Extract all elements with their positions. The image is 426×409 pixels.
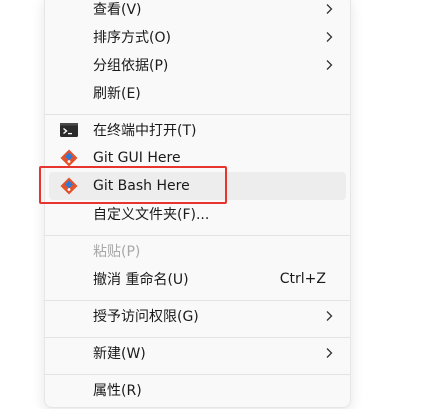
menu-item-open-in-terminal[interactable]: 在终端中打开(T) — [49, 116, 346, 144]
menu-item-customize-folder[interactable]: 自定义文件夹(F)... — [49, 200, 346, 228]
menu-separator — [45, 300, 350, 301]
menu-item-properties[interactable]: 属性(R) — [49, 376, 346, 404]
shortcut-label: Ctrl+Z — [279, 271, 326, 287]
menu-item-paste: 粘贴(P) — [49, 237, 346, 265]
menu-item-sort-by[interactable]: 排序方式(O) — [49, 23, 346, 51]
chevron-right-icon — [326, 311, 333, 321]
chevron-right-icon — [326, 4, 333, 14]
menu-item-label: Git Bash Here — [93, 178, 190, 194]
menu-item-label: 在终端中打开(T) — [93, 123, 197, 139]
git-icon — [60, 149, 78, 167]
menu-item-new[interactable]: 新建(W) — [49, 339, 346, 367]
menu-item-label: Git GUI Here — [93, 150, 181, 166]
context-menu: 查看(V) 排序方式(O) 分组依据(P) 刷新(E) 在终端中打开(T) Gi… — [44, 0, 351, 408]
chevron-right-icon — [326, 348, 333, 358]
menu-item-label: 属性(R) — [93, 383, 142, 399]
menu-item-label: 自定义文件夹(F)... — [93, 207, 210, 223]
menu-item-label: 刷新(E) — [93, 86, 141, 102]
menu-item-label: 授予访问权限(G) — [93, 309, 199, 325]
menu-item-label: 粘贴(P) — [93, 244, 141, 260]
chevron-right-icon — [326, 32, 333, 42]
menu-separator — [45, 235, 350, 236]
menu-item-git-bash-here[interactable]: Git Bash Here — [49, 172, 346, 200]
menu-item-label: 撤消 重命名(U) — [93, 272, 189, 288]
menu-item-group-by[interactable]: 分组依据(P) — [49, 51, 346, 79]
menu-item-refresh[interactable]: 刷新(E) — [49, 79, 346, 107]
menu-separator — [45, 114, 350, 115]
menu-item-view[interactable]: 查看(V) — [49, 0, 346, 23]
menu-item-label: 分组依据(P) — [93, 58, 169, 74]
menu-item-label: 排序方式(O) — [93, 30, 171, 46]
git-icon — [60, 177, 78, 195]
menu-item-label: 查看(V) — [93, 2, 142, 18]
menu-item-git-gui-here[interactable]: Git GUI Here — [49, 144, 346, 172]
menu-separator — [45, 337, 350, 338]
chevron-right-icon — [326, 60, 333, 70]
menu-item-undo-rename[interactable]: 撤消 重命名(U) Ctrl+Z — [49, 265, 346, 293]
menu-item-give-access[interactable]: 授予访问权限(G) — [49, 302, 346, 330]
menu-item-label: 新建(W) — [93, 346, 146, 362]
terminal-icon — [60, 123, 78, 137]
menu-separator — [45, 374, 350, 375]
